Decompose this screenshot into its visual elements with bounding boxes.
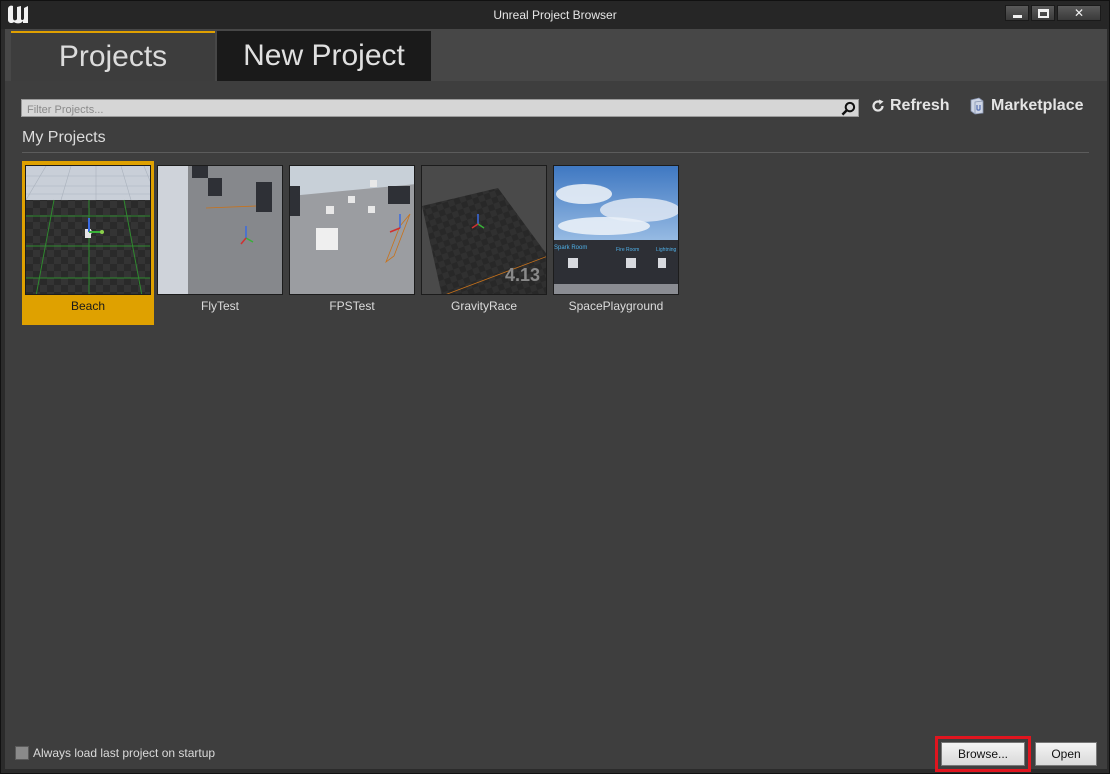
project-tile-flytest[interactable]: FlyTest bbox=[154, 161, 286, 325]
startup-option[interactable]: Always load last project on startup bbox=[15, 746, 215, 760]
project-thumbnail-fpstest bbox=[289, 165, 415, 295]
project-name: FPSTest bbox=[329, 299, 375, 313]
title-bar[interactable]: Unreal Project Browser ✕ bbox=[1, 1, 1109, 29]
section-divider bbox=[22, 152, 1089, 153]
project-tile-gravityrace[interactable]: 4.13 GravityRace bbox=[418, 161, 550, 325]
my-projects-heading: My Projects bbox=[22, 129, 106, 146]
project-thumbnail-flytest bbox=[157, 165, 283, 295]
filter-box bbox=[21, 99, 859, 118]
project-thumbnail-gravityrace: 4.13 bbox=[421, 165, 547, 295]
filter-projects-input[interactable] bbox=[22, 102, 858, 118]
marketplace-label: Marketplace bbox=[991, 97, 1084, 114]
room-label: Lightning bbox=[656, 247, 677, 253]
project-name: GravityRace bbox=[450, 299, 518, 313]
projects-panel: Refresh Marketplace My Projects bbox=[5, 81, 1107, 772]
tab-projects[interactable]: Projects bbox=[11, 31, 215, 81]
maximize-button[interactable] bbox=[1031, 5, 1055, 21]
refresh-label: Refresh bbox=[890, 97, 950, 114]
tab-new-project[interactable]: New Project bbox=[217, 31, 431, 81]
marketplace-icon bbox=[970, 97, 984, 115]
project-thumbnail-beach bbox=[25, 165, 151, 295]
project-name: FlyTest bbox=[200, 299, 239, 313]
minimize-icon bbox=[1012, 14, 1022, 18]
search-icon[interactable] bbox=[841, 101, 856, 116]
maximize-icon bbox=[1037, 8, 1049, 18]
startup-option-label: Always load last project on startup bbox=[33, 746, 216, 760]
project-browser-window: Unreal Project Browser ✕ Projects New Pr… bbox=[0, 0, 1110, 774]
marketplace-button[interactable]: Marketplace bbox=[969, 97, 1084, 115]
project-tile-beach[interactable]: Beach bbox=[22, 161, 154, 325]
browse-button[interactable]: Browse... bbox=[941, 742, 1025, 766]
project-tile-fpstest[interactable]: FPSTest bbox=[286, 161, 418, 325]
project-name: Beach bbox=[70, 299, 106, 313]
room-label: Fire Room bbox=[616, 247, 640, 253]
refresh-icon bbox=[872, 99, 884, 112]
engine-version-badge: 4.13 bbox=[504, 265, 540, 285]
project-name: SpacePlayground bbox=[568, 299, 664, 313]
always-load-last-project-checkbox[interactable] bbox=[15, 746, 29, 760]
window-title: Unreal Project Browser bbox=[493, 8, 617, 22]
room-label: Spark Room bbox=[554, 245, 588, 251]
tab-new-project-label: New Project bbox=[243, 39, 405, 72]
tab-projects-label: Projects bbox=[58, 40, 168, 73]
refresh-button[interactable]: Refresh bbox=[871, 97, 950, 115]
close-button[interactable]: ✕ bbox=[1057, 5, 1101, 21]
tab-strip: Projects New Project bbox=[5, 29, 1107, 81]
project-tile-spaceplayground[interactable]: Spark Room Fire Room Lightning SpacePlay… bbox=[550, 161, 682, 325]
project-thumbnail-spaceplayground: Spark Room Fire Room Lightning bbox=[553, 165, 679, 295]
open-button[interactable]: Open bbox=[1035, 742, 1097, 766]
minimize-button[interactable] bbox=[1005, 5, 1029, 21]
close-icon: ✕ bbox=[1073, 6, 1085, 20]
